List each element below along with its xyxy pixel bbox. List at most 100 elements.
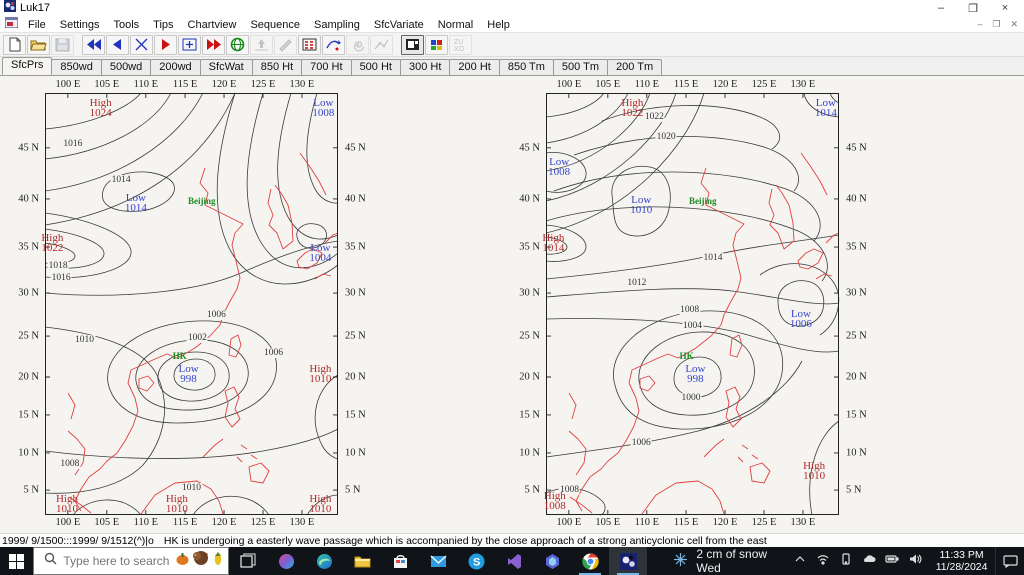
onedrive-icon[interactable] (862, 552, 876, 571)
menu-tips[interactable]: Tips (146, 18, 180, 32)
taskbar-app-luk17[interactable] (609, 547, 648, 575)
close-button[interactable]: × (998, 2, 1012, 15)
taskbar-app-task-view[interactable] (229, 547, 267, 575)
tab-500-ht[interactable]: 500 Ht (350, 59, 401, 75)
lon-label-bottom: 120 E (211, 517, 237, 528)
new-button[interactable] (3, 34, 26, 55)
phone-link-icon[interactable] (839, 552, 853, 571)
menu-chartview[interactable]: Chartview (181, 18, 244, 32)
tab-500wd[interactable]: 500wd (100, 59, 152, 75)
svg-text:S: S (473, 556, 480, 568)
toolbar: ZU XO (0, 33, 1024, 57)
globe-button[interactable] (226, 34, 249, 55)
contour-label: 1016 (50, 272, 72, 283)
lat-label-right: 15 N (846, 409, 867, 421)
left-chart: 100 E 100 E 105 E 105 E 110 E 110 E 115 E 115 E… (18, 79, 365, 528)
menu-settings[interactable]: Settings (53, 18, 107, 32)
weather-widget[interactable]: 2 cm of snow Wed (661, 547, 786, 575)
play-button[interactable] (154, 34, 177, 55)
contour-label: 1016 (62, 138, 84, 149)
status-message: HK is undergoing a easterly wave passage… (163, 534, 767, 547)
lat-label-left: 25 N (519, 330, 540, 342)
menu-sfcvariate[interactable]: SfcVariate (367, 18, 431, 32)
tab-300-ht[interactable]: 300 Ht (399, 59, 451, 75)
status-bar: 1999/ 9/1500:::1999/ 9/1512(^)|o HK is u… (0, 533, 1024, 547)
clock-date: 11/28/2024 (935, 561, 988, 573)
contour-label: 1018 (47, 261, 69, 272)
mdi-close-button[interactable]: ✕ (1010, 19, 1018, 30)
rewind-button[interactable] (82, 34, 105, 55)
spiral-button (346, 34, 369, 55)
lat-label-right: 15 N (345, 409, 366, 421)
search-input[interactable] (63, 554, 176, 568)
tab-200-ht[interactable]: 200 Ht (449, 59, 500, 75)
lat-label-left: 10 N (519, 447, 540, 459)
mdi-restore-button[interactable]: ❐ (992, 19, 1000, 30)
lat-label-right: 35 N (345, 241, 366, 253)
contour-label: 1014 (702, 252, 724, 263)
restore-button[interactable]: ❐ (966, 2, 980, 15)
fit-window-button[interactable] (178, 34, 201, 55)
chart-client-area: 100 E 100 E 105 E 105 E 110 E 110 E 115 E 115 E… (0, 76, 1024, 533)
tab-sfcwat[interactable]: SfcWat (199, 59, 253, 75)
save-button (51, 34, 74, 55)
battery-icon[interactable] (885, 552, 899, 571)
taskbar-app-dev-hex[interactable] (533, 547, 571, 575)
taskbar-app-edge[interactable] (305, 547, 343, 575)
contour-label: 1000 (680, 393, 702, 404)
lat-label-left: 20 N (519, 371, 540, 383)
mdi-minimize-button[interactable]: – (977, 19, 982, 30)
menu-sequence[interactable]: Sequence (243, 18, 307, 32)
taskbar-app-copilot[interactable] (267, 547, 305, 575)
city-label: Beijing (187, 195, 216, 206)
taskbar-app-mail[interactable] (419, 547, 457, 575)
lat-label-left: 45 N (519, 142, 540, 154)
tab-200wd[interactable]: 200wd (150, 59, 201, 75)
lat-label-left: 20 N (18, 371, 39, 383)
search-box[interactable] (33, 547, 230, 575)
chevron-up-icon[interactable] (793, 552, 807, 571)
stream-button[interactable] (322, 34, 345, 55)
tab-500-tm[interactable]: 500 Tm (552, 59, 609, 75)
volume-icon[interactable] (908, 552, 922, 571)
tab-200-tm[interactable]: 200 Tm (607, 59, 663, 75)
wifi-icon[interactable] (816, 552, 830, 571)
fast-forward-button[interactable] (202, 34, 225, 55)
contour-label: 1008 (679, 304, 701, 315)
table-button[interactable] (298, 34, 321, 55)
step-back-button[interactable] (106, 34, 129, 55)
menu-tools[interactable]: Tools (106, 18, 146, 32)
tab-700-ht[interactable]: 700 Ht (301, 59, 352, 75)
title-bar: Luk17 – ❐ × (0, 0, 1024, 16)
pressure-center-label: High 1010 (309, 493, 332, 516)
lon-label-top: 120 E (712, 79, 738, 90)
menu-normal[interactable]: Normal (431, 18, 480, 32)
menu-help[interactable]: Help (480, 18, 517, 32)
tab-850wd[interactable]: 850wd (51, 59, 102, 75)
notification-center-icon[interactable] (995, 547, 1024, 575)
layout-button[interactable] (401, 34, 424, 55)
minimize-button[interactable]: – (934, 2, 948, 15)
menu-sampling[interactable]: Sampling (307, 18, 367, 32)
taskbar-app-visual-studio[interactable] (495, 547, 533, 575)
start-button[interactable] (0, 547, 33, 575)
lat-label-right: 10 N (846, 447, 867, 459)
taskbar-app-file-explorer[interactable] (343, 547, 381, 575)
taskbar-app-store[interactable] (381, 547, 419, 575)
pressure-center-label: High 1010 (803, 459, 826, 482)
menu-file[interactable]: File (21, 18, 53, 32)
contour-label: 1006 (630, 438, 652, 449)
tab-sfcprs[interactable]: SfcPrs (2, 57, 53, 75)
tab-850-tm[interactable]: 850 Tm (498, 59, 554, 75)
clock[interactable]: 11:33 PM 11/28/2024 (928, 547, 996, 575)
tab-850-ht[interactable]: 850 Ht (251, 59, 303, 75)
taskbar-app-skype[interactable]: S (457, 547, 495, 575)
palette-button[interactable] (425, 34, 448, 55)
lat-label-left: 10 N (18, 447, 39, 459)
pressure-center-label: High 1010 (165, 493, 188, 516)
taskbar-app-chrome[interactable] (571, 547, 609, 575)
lat-label-right: 30 N (345, 287, 366, 299)
clock-time: 11:33 PM (939, 549, 984, 561)
cancel-x-button[interactable] (130, 34, 153, 55)
open-button[interactable] (27, 34, 50, 55)
